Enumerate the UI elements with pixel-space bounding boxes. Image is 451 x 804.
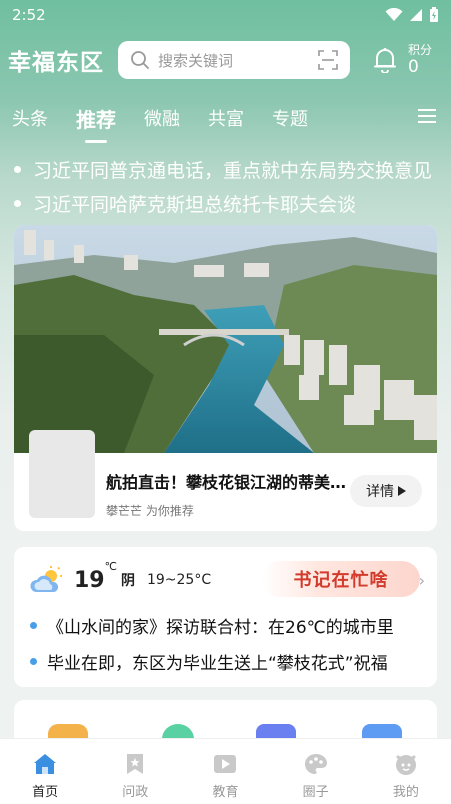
temperature-range: 19~25°C <box>146 572 212 588</box>
weather-row: 19℃ 阴 19~25°C 书记在忙啥 › <box>30 560 425 599</box>
play-triangle-icon <box>398 486 406 496</box>
nav-home[interactable]: 首页 <box>15 753 75 800</box>
tab-headlines[interactable]: 头条 <box>12 105 48 131</box>
notification-bell-icon[interactable] <box>372 47 398 73</box>
search-placeholder: 搜索关键词 <box>158 51 234 70</box>
video-thumbnail[interactable] <box>29 430 95 518</box>
tab-gongfu[interactable]: 共富 <box>208 105 244 131</box>
scan-icon[interactable] <box>318 50 338 70</box>
detail-button[interactable]: 详情 <box>350 475 422 507</box>
points-value: 0 <box>408 57 419 77</box>
video-subtitle: 攀芒芒 为你推荐 <box>106 504 194 518</box>
tab-topics[interactable]: 专题 <box>272 105 308 131</box>
nav-wenzheng[interactable]: 问政 <box>105 753 165 800</box>
palette-icon <box>304 753 328 775</box>
headline-item[interactable]: 习近平同哈萨克斯坦总统托卡耶夫会谈 <box>14 186 439 220</box>
bullet-dot <box>14 199 21 207</box>
video-card[interactable]: 航拍直击！攀枝花银江湖的蒂美景色 攀芒芒 为你推荐 详情 <box>14 225 437 531</box>
play-icon <box>213 753 237 775</box>
nav-home-label: 首页 <box>32 785 59 800</box>
chevron-right-icon[interactable]: › <box>419 571 425 590</box>
tab-recommended[interactable]: 推荐 <box>76 104 116 133</box>
nav-wenzheng-label: 问政 <box>122 785 149 800</box>
nav-circle-label: 圈子 <box>302 785 329 800</box>
search-input[interactable]: 搜索关键词 <box>118 41 350 79</box>
points-label: 积分 <box>408 43 433 57</box>
status-time: 2:52 <box>12 6 46 24</box>
bullet-dot <box>30 658 37 665</box>
app-header: 幸福东区 搜索关键词 积分 0 <box>0 38 451 82</box>
headline-list: 习近平同普京通电话，重点就中东局势交换意见 习近平同哈萨克斯坦总统托卡耶夫会谈 <box>14 152 439 220</box>
nav-education-label: 教育 <box>212 785 239 800</box>
video-cover-image[interactable] <box>14 225 437 453</box>
video-title[interactable]: 航拍直击！攀枝花银江湖的蒂美景色 <box>106 469 356 493</box>
status-bar: 2:52 <box>0 0 451 30</box>
search-icon <box>131 51 149 69</box>
weather-news-card: 19℃ 阴 19~25°C 书记在忙啥 › 《山水间的家》探访联合村：在26℃的… <box>14 547 437 687</box>
detail-label: 详情 <box>366 484 394 500</box>
news-item[interactable]: 毕业在即，东区为毕业生送上“攀枝花式”祝福 <box>30 649 422 674</box>
menu-icon[interactable] <box>417 108 437 124</box>
status-icons <box>385 7 439 23</box>
cloudy-sun-icon <box>30 566 62 592</box>
battery-icon <box>430 7 438 22</box>
points-display[interactable]: 积分 0 <box>408 44 432 76</box>
home-icon <box>33 753 57 775</box>
nav-circle[interactable]: 圈子 <box>286 753 346 800</box>
tab-weirong[interactable]: 微融 <box>144 105 180 131</box>
bullet-dot <box>14 165 21 173</box>
category-tabs: 头条 推荐 微融 共富 专题 <box>0 96 451 140</box>
bookmark-icon <box>123 753 147 775</box>
nav-profile-label: 我的 <box>392 785 419 800</box>
app-title: 幸福东区 <box>8 50 104 76</box>
nav-education[interactable]: 教育 <box>195 753 255 800</box>
headline-item[interactable]: 习近平同普京通电话，重点就中东局势交换意见 <box>14 152 439 186</box>
weather-condition: 阴 <box>120 573 135 589</box>
bullet-dot <box>30 622 37 629</box>
temperature: 19℃ <box>74 560 117 593</box>
news-item[interactable]: 《山水间的家》探访联合村：在26℃的城市里 <box>30 613 422 638</box>
wifi-icon <box>385 8 403 21</box>
signal-icon <box>410 9 422 21</box>
nav-profile[interactable]: 我的 <box>376 753 436 800</box>
bottom-navigation: 首页 问政 教育 圈子 我的 <box>0 738 451 804</box>
secretary-busy-banner[interactable]: 书记在忙啥 <box>262 561 420 597</box>
profile-icon <box>394 753 418 775</box>
